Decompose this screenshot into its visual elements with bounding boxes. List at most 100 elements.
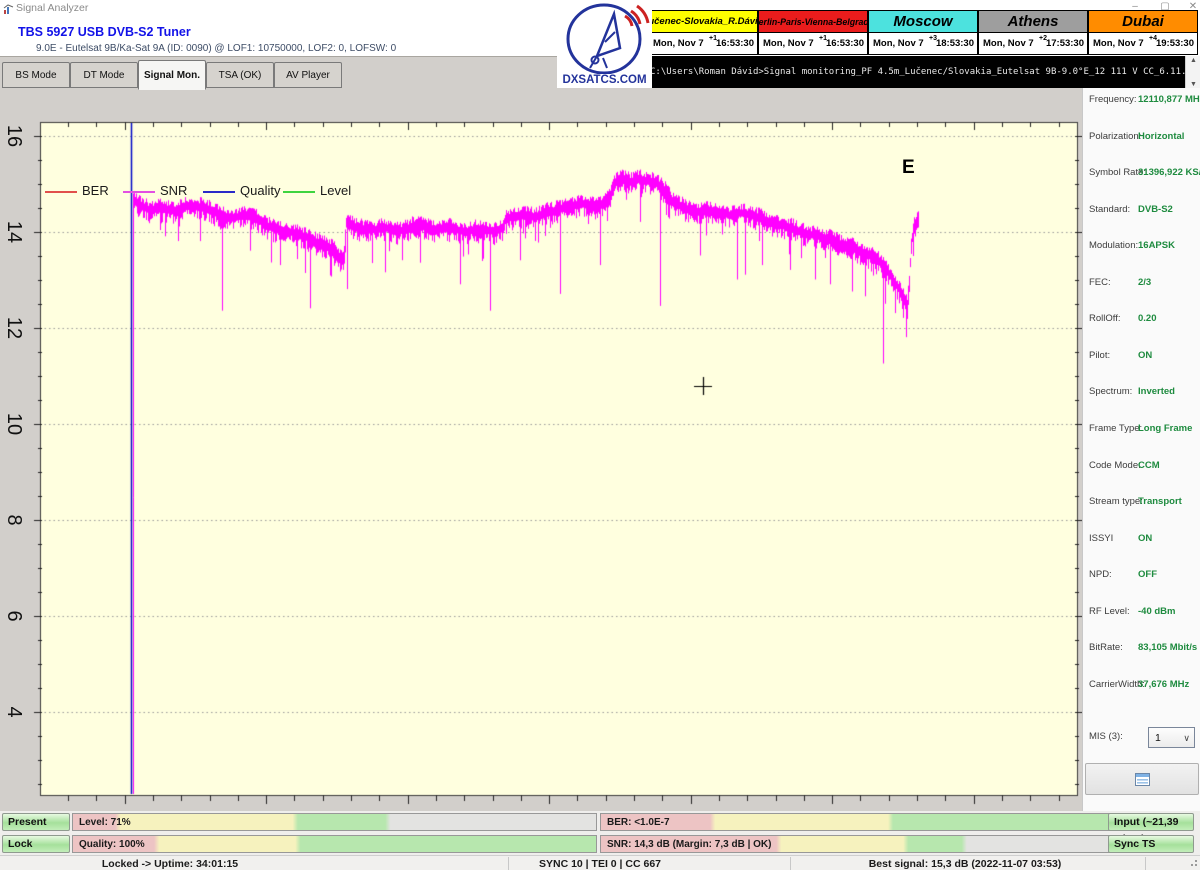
uptime-status: Locked -> Uptime: 34:01:15 xyxy=(101,858,239,870)
clock-time: Mon, Nov 7 +2 17:53:30 xyxy=(978,32,1088,55)
clock-time: Mon, Nov 7 +3 18:53:30 xyxy=(868,32,978,55)
lock-indicator: Lock xyxy=(2,835,70,853)
ber-bar: BER: <1.0E-7 xyxy=(600,813,1110,831)
param-label: Frequency: xyxy=(1089,94,1137,105)
param-value: 12110,877 MHz xyxy=(1138,94,1200,105)
param-label: ISSYI xyxy=(1089,532,1114,544)
clock-time-value: 17:53:30 xyxy=(1045,38,1084,49)
param-value: 37,676 MHz xyxy=(1138,678,1190,690)
param-label: Standard: xyxy=(1089,203,1131,215)
clock-panel: Athens Mon, Nov 7 +2 17:53:30 xyxy=(978,10,1088,55)
param-label: RollOff: xyxy=(1089,313,1121,325)
clock-panel: Dubai Mon, Nov 7 +4 19:53:30 xyxy=(1088,10,1198,55)
sync-status: SYNC 10 | TEI 0 | CC 667 xyxy=(538,858,662,870)
param-value: -40 dBm xyxy=(1138,605,1176,617)
legend-label-ber: BER xyxy=(82,183,109,198)
clock-time-value: 19:53:30 xyxy=(1155,38,1194,49)
param-value: 0.20 xyxy=(1138,313,1157,325)
app-icon xyxy=(3,2,14,20)
clock-city: Athens xyxy=(978,10,1088,33)
ts-list-button[interactable] xyxy=(1085,763,1199,795)
param-value: Inverted xyxy=(1138,386,1175,398)
param-value: ON xyxy=(1138,349,1153,361)
legend-line-snr xyxy=(123,191,155,193)
clock-time-value: 18:53:30 xyxy=(935,38,974,49)
signal-analyzer-window: Signal Analyzer – ▢ ✕ TBS 5927 USB DVB-S… xyxy=(0,0,1200,870)
param-label: CarrierWidth: xyxy=(1089,678,1145,690)
clock-time: Mon, Nov 7 +1 16:53:30 xyxy=(648,32,758,55)
scroll-up-icon[interactable]: ▲ xyxy=(1186,57,1200,64)
param-value: ON xyxy=(1138,532,1153,544)
param-label: BitRate: xyxy=(1089,642,1123,654)
console-scrollbar[interactable]: ▲ ▼ xyxy=(1185,56,1200,89)
ber-bar-text: BER: <1.0E-7 xyxy=(607,817,670,828)
snr-bar-text: SNR: 14,3 dB (Margin: 7,3 dB | OK) xyxy=(607,839,772,850)
param-label: Frame Type: xyxy=(1089,422,1143,434)
param-value: 16APSK xyxy=(1138,240,1175,252)
present-indicator: Present xyxy=(2,813,70,831)
param-value: DVB-S2 xyxy=(1138,203,1173,215)
y-axis-label: 8 xyxy=(3,513,25,526)
tab-dt-mode[interactable]: DT Mode xyxy=(70,62,138,88)
y-axis-label: 12 xyxy=(3,316,25,339)
best-signal-status: Best signal: 15,3 dB (2022-11-07 03:53) xyxy=(868,858,1062,870)
param-label: NPD: xyxy=(1089,569,1112,581)
param-value: 83,105 Mbit/s xyxy=(1138,642,1198,654)
clock-panel: Moscow Mon, Nov 7 +3 18:53:30 xyxy=(868,10,978,55)
statusbar-divider xyxy=(1145,857,1146,870)
tab-av-player[interactable]: AV Player xyxy=(274,62,342,88)
logo-text: DXSATCS.COM xyxy=(562,74,647,86)
clock-date: Mon, Nov 7 xyxy=(763,38,814,49)
tab-signal-mon-[interactable]: Signal Mon. xyxy=(138,60,206,90)
y-axis-label: 14 xyxy=(3,220,25,243)
mis-dropdown[interactable]: 1 ∨ xyxy=(1148,727,1195,748)
clock-date: Mon, Nov 7 xyxy=(653,38,704,49)
quality-bar-text: Quality: 100% xyxy=(79,839,145,850)
clock-date: Mon, Nov 7 xyxy=(983,38,1034,49)
clock-panel: Berlin-Paris-Vienna-Belgrade Mon, Nov 7 +1… xyxy=(758,10,868,55)
tuner-info: 9.0E - Eutelsat 9B/Ka-Sat 9A (ID: 0090) … xyxy=(36,43,397,54)
legend-line-ber xyxy=(45,191,77,193)
satellite-dish-icon xyxy=(566,3,650,75)
clock-time: Mon, Nov 7 +1 16:53:30 xyxy=(758,32,868,55)
clock-time-value: 16:53:30 xyxy=(715,38,754,49)
tab-tsa-ok-[interactable]: TSA (OK) xyxy=(206,62,274,88)
param-value: Long Frame xyxy=(1138,422,1193,434)
param-label: Polarization: xyxy=(1089,130,1142,142)
tuner-name: TBS 5927 USB DVB-S2 Tuner xyxy=(18,25,191,39)
statusbar-divider xyxy=(790,857,791,870)
window-list-icon xyxy=(1134,772,1150,786)
param-value: 31396,922 KS/s xyxy=(1138,167,1200,179)
clock-city: Dubai xyxy=(1088,10,1198,33)
tab-bs-mode[interactable]: BS Mode xyxy=(2,62,70,88)
console-command-text: C:\Users\Roman Dávid>Signal monitoring_P… xyxy=(650,67,1200,77)
legend-label-quality: Quality xyxy=(240,183,281,198)
dxsatcs-logo: DXSATCS.COM xyxy=(557,2,652,90)
param-value: CCM xyxy=(1138,459,1160,471)
param-label: RF Level: xyxy=(1089,605,1130,617)
bottom-status-area: Present Lock Level: 71% Quality: 100% BER:… xyxy=(0,811,1200,855)
param-value: 2/3 xyxy=(1138,276,1152,288)
param-label: Pilot: xyxy=(1089,349,1111,361)
clock-time: Mon, Nov 7 +4 19:53:30 xyxy=(1088,32,1198,55)
console-bar[interactable]: C:\Users\Roman Dávid>Signal monitoring_P… xyxy=(645,56,1200,89)
param-value: Transport xyxy=(1138,496,1182,508)
legend-label-level: Level xyxy=(320,183,352,198)
scroll-down-icon[interactable]: ▼ xyxy=(1186,81,1200,88)
statusbar-divider xyxy=(508,857,509,870)
y-axis-label: 16 xyxy=(3,124,25,147)
clock-city: Berlin-Paris-Vienna-Belgrade xyxy=(758,10,868,33)
level-bar: Level: 71% xyxy=(72,813,597,831)
clock-city: Lučenec-Slovakia_R.Dávid xyxy=(648,10,758,33)
parameters-panel: Frequency: 12110,877 MHz Polarization: Hori… xyxy=(1082,88,1200,811)
clock-city: Moscow xyxy=(868,10,978,33)
param-value: Horizontal xyxy=(1138,130,1185,142)
resize-grip[interactable] xyxy=(1187,860,1197,870)
signal-chart: BER SNR Quality Level 16 14 12 10 8 6 4 E xyxy=(0,88,1082,811)
legend-line-quality xyxy=(203,191,235,193)
legend-line-level xyxy=(283,191,315,193)
param-label: Modulation: xyxy=(1089,240,1139,252)
clock-date: Mon, Nov 7 xyxy=(1093,38,1144,49)
param-label: Spectrum: xyxy=(1089,386,1133,398)
level-bar-text: Level: 71% xyxy=(79,817,131,828)
